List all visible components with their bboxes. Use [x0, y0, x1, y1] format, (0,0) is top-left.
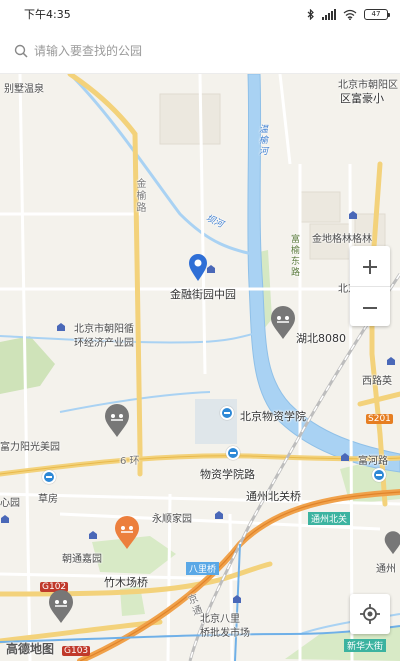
- zoom-in-button[interactable]: [350, 246, 390, 286]
- building-icon: [387, 357, 395, 365]
- label-xinhua-street: 新华大街: [344, 639, 387, 652]
- label-wuzi-road: 物资学院路: [200, 468, 255, 481]
- label-jinyu-road: 金榆路: [134, 178, 145, 214]
- label-wuzi-institute: 北京物资学院: [240, 410, 306, 423]
- plus-icon: [363, 259, 377, 274]
- search-bar: [0, 28, 400, 74]
- label-area-top-right: 北京市朝阳区: [338, 80, 398, 91]
- building-icon: [215, 511, 223, 519]
- label-zhumu: 竹木场桥: [104, 576, 148, 589]
- search-icon: [14, 44, 28, 58]
- label-tongzhou-right: 通州: [376, 564, 396, 575]
- building-icon: [57, 323, 65, 331]
- zoom-control: [350, 246, 390, 326]
- map-view[interactable]: 别墅温泉 北京市朝阳区 区富豪小 金榆路 坝河 温榆河 富榆东路 金地格林格林 …: [0, 74, 400, 661]
- label-qiaopi: 桥批发市场: [200, 628, 250, 639]
- metro-station-icon[interactable]: [372, 468, 386, 482]
- metro-station-icon[interactable]: [226, 446, 240, 460]
- label-yongshun: 永顺家园: [152, 514, 192, 525]
- label-chaoyang-xunhuan2: 环经济产业园: [74, 338, 134, 349]
- current-location-pin-icon: [189, 254, 207, 281]
- zoom-out-button[interactable]: [350, 286, 390, 326]
- map-provider-logo: 高德地图: [6, 642, 55, 656]
- label-chaotong: 朝通嘉园: [62, 554, 102, 565]
- metro-station-icon[interactable]: [42, 470, 56, 484]
- building-icon: [341, 453, 349, 461]
- bluetooth-icon: [307, 8, 314, 20]
- minus-icon: [363, 306, 377, 309]
- park-pin-icon[interactable]: [48, 590, 74, 624]
- label-six-ring: 6 环: [120, 456, 140, 467]
- label-bali-bridge: 八里桥: [186, 562, 220, 575]
- label-fuyu-road: 富榆东路: [289, 234, 299, 278]
- label-chaoyang-xunhuan: 北京市朝阳循: [74, 324, 134, 335]
- crosshair-icon: [360, 604, 380, 624]
- label-jinrong-park: 金融街园中园: [170, 288, 236, 301]
- status-bar: 下午4:35 47: [0, 0, 400, 28]
- label-river-wenyu: 温榆河: [257, 124, 267, 157]
- label-top-left-place: 别墅温泉: [4, 84, 44, 95]
- label-caofang: 草房: [38, 494, 58, 505]
- park-pin-active-icon[interactable]: [114, 516, 140, 550]
- battery-icon: 47: [364, 8, 390, 20]
- park-pin-icon[interactable]: [270, 306, 296, 340]
- building-icon: [233, 595, 241, 603]
- label-xin: 心园: [0, 498, 20, 509]
- locate-me-button[interactable]: [350, 594, 390, 634]
- metro-station-icon[interactable]: [220, 406, 234, 420]
- park-pin-icon[interactable]: [104, 404, 130, 438]
- label-g103: G103: [62, 646, 91, 656]
- label-fuhe-road: 富河路: [358, 456, 388, 467]
- building-icon: [89, 531, 97, 539]
- status-icons: 47: [307, 8, 390, 20]
- wifi-icon: [343, 9, 357, 20]
- building-icon: [349, 211, 357, 219]
- status-time: 下午4:35: [24, 8, 71, 21]
- signal-icon: [322, 8, 336, 20]
- park-pin-icon[interactable]: [384, 530, 400, 556]
- label-s201: S201: [366, 414, 393, 424]
- label-xiyuan: 西路英: [362, 376, 392, 387]
- label-beijing-bali: 北京八里: [200, 614, 240, 625]
- label-tongzhou-bridge: 通州北关桥: [246, 490, 301, 503]
- battery-level: 47: [371, 10, 381, 18]
- building-icon: [1, 515, 9, 523]
- label-area-top-right2: 区富豪小: [340, 92, 384, 105]
- label-jingeling: 金地格林格林: [312, 234, 372, 245]
- label-tongzhou-beiguan: 通州北关: [308, 512, 351, 525]
- label-fuli-garden: 富力阳光美园: [0, 442, 60, 453]
- label-zhaonan: 湖北8080: [296, 332, 346, 345]
- search-input[interactable]: [34, 43, 374, 58]
